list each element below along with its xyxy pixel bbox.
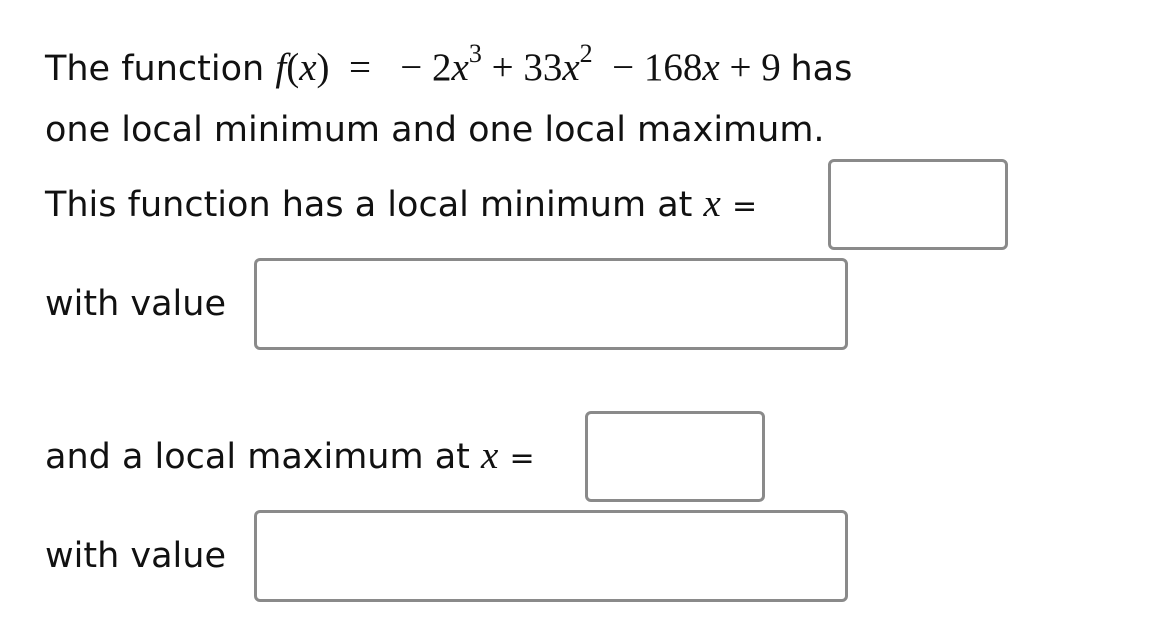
max-value-label: with value (45, 536, 226, 576)
min-x-input-box[interactable] (828, 159, 1008, 250)
intro-text: The function (45, 49, 265, 89)
max-value-input[interactable] (257, 513, 845, 599)
min-value-label: with value (45, 284, 226, 324)
max-value-input-box[interactable] (254, 510, 848, 602)
max-x-prompt: and a local maximum at x = (45, 434, 535, 478)
suffix-text: has (790, 49, 853, 89)
min-x-input[interactable] (831, 162, 1005, 247)
max-x-input-box[interactable] (585, 411, 765, 502)
function-expression: f(x) = − 2x3 + 33x2 − 168x + 9 (275, 39, 781, 89)
min-value-input-box[interactable] (254, 258, 848, 350)
min-value-input[interactable] (257, 261, 845, 347)
min-x-prompt: This function has a local minimum at x = (45, 182, 758, 226)
max-x-input[interactable] (588, 414, 762, 499)
function-line: The function f(x) = − 2x3 + 33x2 − 168x … (45, 39, 853, 92)
statement-line-2: one local minimum and one local maximum. (45, 110, 825, 150)
